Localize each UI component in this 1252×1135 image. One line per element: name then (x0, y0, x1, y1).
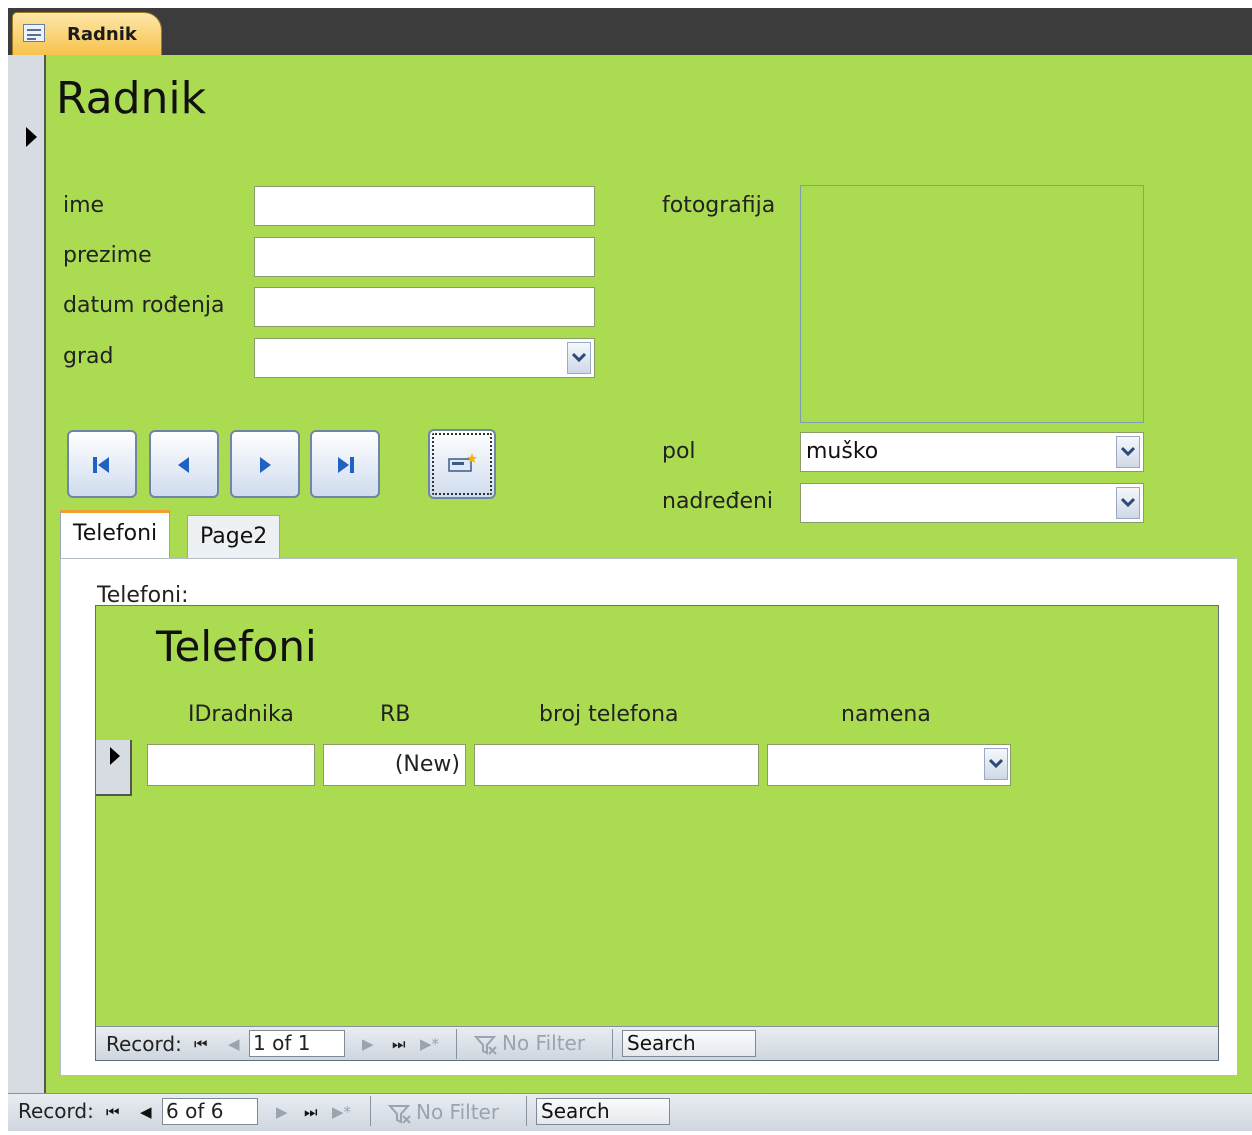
column-header-idradnika: IDradnika (188, 702, 294, 727)
prezime-label: prezime (63, 243, 152, 268)
subform-record-selector[interactable] (96, 740, 132, 796)
tab-bar-background (8, 8, 1252, 55)
datum-rodjenja-field[interactable] (254, 287, 595, 327)
search-box[interactable]: Search (536, 1098, 670, 1125)
previous-record-icon[interactable]: ◀ (140, 1103, 152, 1121)
column-header-broj-telefona: broj telefona (539, 702, 679, 727)
dropdown-arrow-icon (1121, 446, 1135, 456)
previous-record-button[interactable] (149, 430, 219, 498)
idradnika-cell[interactable] (147, 744, 315, 786)
next-record-button[interactable] (230, 430, 300, 498)
broj-telefona-cell[interactable] (474, 744, 759, 786)
next-record-icon[interactable]: ▶ (362, 1035, 374, 1053)
record-position-field[interactable]: 1 of 1 (249, 1030, 345, 1057)
record-label: Record: (18, 1099, 94, 1123)
search-box[interactable]: Search (622, 1030, 756, 1057)
next-record-icon (260, 457, 271, 473)
tab-telefoni[interactable]: Telefoni (60, 510, 171, 558)
subform-record-navigation: Record: ⏮ ◀ 1 of 1 ▶ ⏭ ▶* No Filter Sear… (96, 1026, 1218, 1060)
grad-dropdown-button[interactable] (567, 342, 591, 374)
record-label: Record: (106, 1032, 182, 1056)
nadredjeni-dropdown-button[interactable] (1116, 487, 1140, 519)
document-tab-bar: Radnik (0, 0, 1252, 55)
first-record-icon[interactable]: ⏮ (106, 1103, 120, 1121)
pol-value: muško (806, 439, 879, 464)
pol-dropdown-button[interactable] (1116, 436, 1140, 468)
form-record-navigation: Record: ⏮ ◀ 6 of 6 ▶ ⏭ ▶* No Filter Sear… (8, 1093, 1252, 1131)
new-record-icon[interactable]: ▶* (420, 1035, 439, 1053)
filter-label: No Filter (502, 1031, 586, 1055)
last-record-icon[interactable]: ⏭ (392, 1035, 406, 1053)
last-record-icon (338, 457, 354, 473)
filter-label: No Filter (416, 1100, 500, 1124)
filter-icon (387, 1104, 411, 1124)
form-detail: Radnik ime prezime datum rođenja grad fo… (46, 55, 1252, 1093)
tab-page2[interactable]: Page2 (187, 515, 281, 558)
new-record-icon (448, 453, 477, 472)
datum-rodjenja-label: datum rođenja (63, 293, 225, 318)
first-record-icon[interactable]: ⏮ (194, 1035, 208, 1053)
document-tab-radnik[interactable]: Radnik (12, 12, 162, 55)
dropdown-arrow-icon (572, 352, 586, 362)
form-icon (23, 24, 45, 42)
ime-field[interactable] (254, 186, 595, 226)
last-record-icon[interactable]: ⏭ (304, 1103, 318, 1121)
previous-record-icon[interactable]: ◀ (228, 1035, 240, 1053)
ime-label: ime (63, 193, 105, 218)
column-header-rb: RB (380, 702, 411, 727)
divider (612, 1029, 613, 1059)
previous-record-icon (178, 457, 189, 473)
column-header-namena: namena (841, 702, 931, 727)
current-record-icon (110, 747, 120, 765)
dropdown-arrow-icon (989, 758, 1003, 768)
last-record-button[interactable] (310, 430, 380, 498)
new-record-button[interactable] (428, 429, 496, 499)
new-record-icon[interactable]: ▶* (332, 1103, 351, 1121)
tab-page-telefoni: Telefoni: Telefoni IDradnika RB broj tel… (60, 558, 1238, 1076)
divider (370, 1096, 371, 1126)
pol-combo[interactable]: muško (800, 432, 1144, 472)
record-selector[interactable] (8, 55, 46, 1093)
first-record-button[interactable] (67, 430, 137, 498)
rb-cell[interactable]: (New) (323, 744, 466, 786)
document-tab-label: Radnik (67, 24, 137, 45)
divider (526, 1096, 527, 1126)
namena-dropdown-button[interactable] (984, 748, 1008, 780)
filter-toggle[interactable]: No Filter (473, 1031, 586, 1055)
pol-label: pol (662, 439, 696, 464)
grad-combo[interactable] (254, 338, 595, 378)
telefoni-subform: Telefoni IDradnika RB broj telefona name… (95, 605, 1219, 1061)
nadredjeni-label: nadređeni (662, 489, 774, 514)
namena-cell[interactable] (767, 744, 1011, 786)
divider (456, 1029, 457, 1059)
first-record-icon (93, 457, 109, 473)
dropdown-arrow-icon (1121, 497, 1135, 507)
nadredjeni-combo[interactable] (800, 483, 1144, 523)
record-position-field[interactable]: 6 of 6 (162, 1098, 258, 1125)
fotografija-label: fotografija (662, 193, 776, 218)
filter-icon (473, 1035, 497, 1055)
filter-toggle[interactable]: No Filter (387, 1100, 500, 1124)
subform-title: Telefoni (156, 622, 317, 671)
fotografija-image-frame[interactable] (800, 185, 1144, 423)
current-record-icon (26, 127, 37, 147)
rb-new-value: (New) (394, 752, 460, 777)
form-title: Radnik (56, 73, 207, 124)
namena-combo[interactable] (767, 744, 1011, 786)
next-record-icon[interactable]: ▶ (276, 1103, 288, 1121)
grad-label: grad (63, 344, 114, 369)
prezime-field[interactable] (254, 237, 595, 277)
